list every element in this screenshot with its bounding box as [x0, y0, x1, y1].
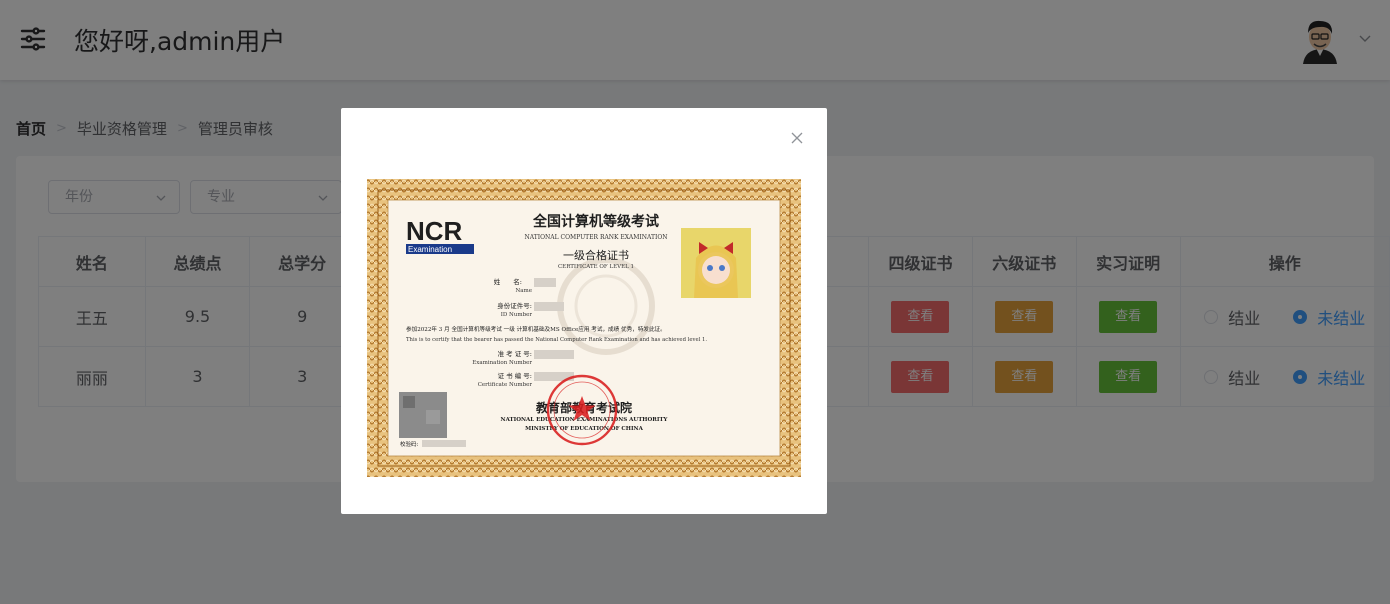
certificate-body-en: This is to certify that the bearer has p… [406, 337, 707, 343]
exam-no-label-en: Examination Number [472, 360, 532, 366]
redacted-name [534, 278, 556, 287]
certificate-level-en: CERTIFICATE OF LEVEL 1 [558, 264, 634, 270]
cert-no-label-en: Certificate Number [478, 382, 533, 388]
cert-no-label-cn: 证 书 编 号: [498, 371, 532, 380]
certificate-level-cn: 一级合格证书 [563, 248, 629, 262]
ncr-logo-text: NCR [406, 216, 463, 246]
certificate-title-en: NATIONAL COMPUTER RANK EXAMINATION [524, 234, 667, 241]
redacted-check-code [422, 440, 466, 447]
close-icon[interactable] [789, 130, 805, 146]
certificate-body-cn: 参加2022年 3 月 全国计算机等级考试 一级 计算机基础及MS Office… [406, 325, 666, 333]
authority-en-1: NATIONAL EDUCATION EXAMINATIONS AUTHORIT… [501, 417, 668, 423]
name-label-cn: 姓 名: [494, 277, 522, 286]
name-label-en: Name [515, 288, 532, 294]
check-code-label: 校验码: [400, 440, 419, 448]
certificate-dialog: NCR Examination 全国计算机等级考试 NATIONAL COMPU… [341, 108, 827, 514]
certificate-title-cn: 全国计算机等级考试 [532, 213, 659, 230]
ncr-logo-sub: Examination [408, 245, 452, 254]
authority-en-2: MINISTRY OF EDUCATION OF CHINA [525, 426, 643, 432]
id-label-en: ID Number [501, 312, 533, 318]
id-label-cn: 身份证件号: [497, 301, 532, 310]
exam-no-label-cn: 准 考 证 号: [498, 349, 532, 358]
certificate-image: NCR Examination 全国计算机等级考试 NATIONAL COMPU… [367, 179, 801, 477]
redacted-id [534, 302, 564, 311]
redacted-exam-no [534, 350, 574, 359]
